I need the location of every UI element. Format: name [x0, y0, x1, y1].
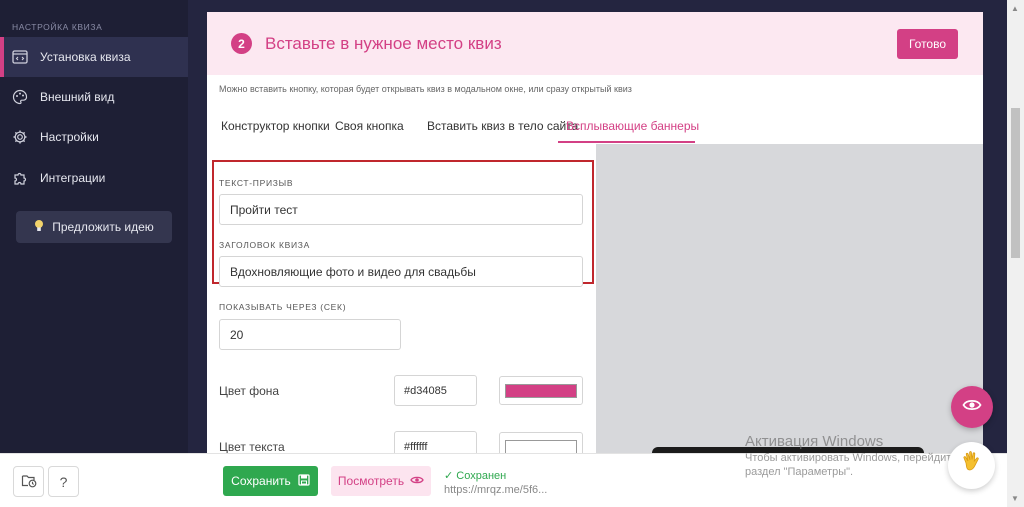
- windows-activation-watermark: Активация Windows Чтобы активировать Win…: [745, 433, 966, 478]
- tab-popup-banners[interactable]: Всплывающие баннеры: [566, 119, 699, 133]
- quiz-title-input[interactable]: Вдохновляющие фото и видео для свадьбы: [219, 256, 583, 287]
- gear-icon: [11, 128, 29, 146]
- banner-preview-area: [596, 144, 983, 453]
- page-scrollbar[interactable]: ▲ ▼: [1007, 0, 1024, 507]
- quiz-title-label: ЗАГОЛОВОК КВИЗА: [219, 240, 310, 250]
- watermark-line-2: раздел "Параметры".: [745, 466, 854, 478]
- sidebar-item-install[interactable]: Установка квиза: [0, 37, 188, 77]
- sidebar-item-integrations[interactable]: Интеграции: [0, 158, 188, 198]
- save-button[interactable]: Сохранить: [223, 466, 318, 496]
- scroll-down-arrow-icon[interactable]: ▼: [1011, 494, 1019, 503]
- sidebar-item-label: Внешний вид: [40, 90, 115, 104]
- save-label: Сохранить: [231, 474, 291, 488]
- step-header: 2 Вставьте в нужное место квиз Готово: [207, 12, 983, 75]
- bg-color-picker[interactable]: [499, 376, 583, 405]
- folder-clock-icon: [21, 473, 37, 491]
- main-panel: 2 Вставьте в нужное место квиз Готово Мо…: [207, 12, 983, 462]
- help-button[interactable]: ?: [48, 466, 79, 497]
- lightbulb-icon: [34, 219, 44, 236]
- bg-color-label: Цвет фона: [219, 384, 280, 398]
- text-color-label: Цвет текста: [219, 440, 285, 454]
- watermark-title: Активация Windows: [745, 433, 884, 450]
- tab-button-builder[interactable]: Конструктор кнопки: [221, 119, 330, 133]
- done-button[interactable]: Готово: [897, 29, 958, 59]
- eye-icon: [962, 398, 982, 417]
- cta-text-input[interactable]: Пройти тест: [219, 194, 583, 225]
- scroll-up-arrow-icon[interactable]: ▲: [1011, 4, 1019, 13]
- history-button[interactable]: [13, 466, 44, 497]
- preview-button[interactable]: Посмотреть: [331, 466, 431, 496]
- tab-embed-in-body[interactable]: Вставить квиз в тело сайта: [427, 119, 578, 133]
- suggest-idea-label: Предложить идею: [52, 220, 154, 234]
- saved-status: ✓ Сохранен: [444, 470, 507, 482]
- tab-own-button[interactable]: Своя кнопка: [335, 119, 404, 133]
- bg-color-swatch: [505, 383, 577, 398]
- delay-label: ПОКАЗЫВАТЬ ЧЕРЕЗ (СЕК): [219, 302, 347, 312]
- hint-text: Можно вставить кнопку, которая будет отк…: [219, 84, 632, 94]
- sidebar-item-label: Настройки: [40, 130, 99, 144]
- preview-fab-button[interactable]: [951, 386, 993, 428]
- sidebar-item-appearance[interactable]: Внешний вид: [0, 77, 188, 117]
- question-mark-icon: ?: [59, 473, 68, 490]
- cta-text-label: ТЕКСТ-ПРИЗЫВ: [219, 178, 294, 188]
- palette-icon: [11, 88, 29, 106]
- puzzle-icon: [11, 169, 29, 187]
- waving-hand-icon: [959, 449, 985, 482]
- code-window-icon: [11, 48, 29, 66]
- preview-label: Посмотреть: [337, 474, 405, 488]
- watermark-line-1: Чтобы активировать Windows, перейдите в: [745, 452, 967, 464]
- suggest-idea-button[interactable]: Предложить идею: [16, 211, 172, 243]
- step-number-badge: 2: [231, 33, 252, 54]
- page-title: Вставьте в нужное место квиз: [265, 34, 502, 53]
- sidebar-section-title: НАСТРОЙКА КВИЗА: [12, 22, 103, 32]
- active-tab-indicator: [558, 141, 695, 143]
- quiz-url-link[interactable]: https://mrqz.me/5f6...: [444, 484, 547, 496]
- sidebar-item-label: Установка квиза: [40, 50, 131, 64]
- eye-icon: [410, 474, 424, 488]
- sidebar: НАСТРОЙКА КВИЗА Установка квиза Внешний …: [0, 0, 188, 453]
- tab-bar: Конструктор кнопки Своя кнопка Вставить …: [207, 112, 983, 144]
- chat-support-button[interactable]: [948, 442, 995, 489]
- delay-seconds-input[interactable]: 20: [219, 319, 401, 350]
- text-color-swatch: [505, 439, 577, 454]
- banner-settings-form: ТЕКСТ-ПРИЗЫВ Пройти тест ЗАГОЛОВОК КВИЗА…: [207, 144, 596, 462]
- bg-color-hex-input[interactable]: #d34085: [394, 375, 477, 406]
- sidebar-item-label: Интеграции: [40, 171, 106, 185]
- sidebar-item-settings[interactable]: Настройки: [0, 117, 188, 157]
- floppy-disk-icon: [298, 473, 310, 489]
- scrollbar-thumb[interactable]: [1011, 108, 1020, 258]
